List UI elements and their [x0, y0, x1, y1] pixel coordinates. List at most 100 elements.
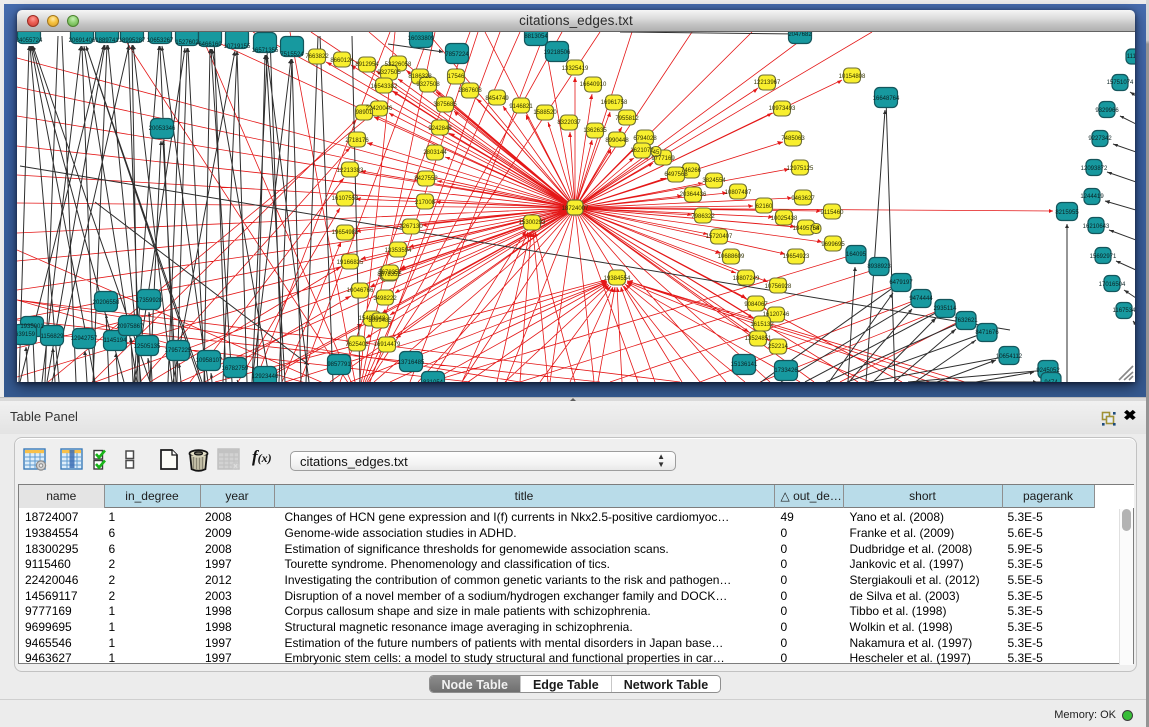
svg-text:10719155: 10719155 — [224, 44, 251, 50]
svg-text:1615132: 1615132 — [750, 322, 774, 328]
svg-text:9115460: 9115460 — [821, 210, 845, 216]
svg-text:1362635: 1362635 — [583, 128, 607, 134]
svg-text:13353594: 13353594 — [385, 248, 412, 254]
svg-text:6794028: 6794028 — [633, 136, 657, 142]
svg-text:3498222: 3498222 — [373, 296, 397, 302]
svg-text:5678352: 5678352 — [378, 270, 402, 276]
svg-text:19384554: 19384554 — [604, 276, 631, 282]
svg-text:12923446: 12923446 — [252, 374, 279, 380]
svg-text:18995287: 18995287 — [119, 38, 146, 44]
svg-text:3875685: 3875685 — [433, 102, 457, 108]
svg-text:7955812: 7955812 — [615, 116, 639, 122]
svg-text:7515524: 7515524 — [280, 52, 304, 58]
svg-text:8938923: 8938923 — [867, 264, 891, 270]
svg-text:16914479: 16914479 — [374, 342, 401, 348]
svg-text:9245052: 9245052 — [1036, 368, 1060, 374]
svg-text:16107553: 16107553 — [332, 196, 359, 202]
svg-text:7857224: 7857224 — [445, 52, 469, 58]
svg-text:12975125: 12975125 — [787, 166, 814, 172]
svg-text:9329966: 9329966 — [1095, 108, 1119, 114]
svg-text:8427552: 8427552 — [414, 176, 438, 182]
svg-text:9084067: 9084067 — [744, 302, 768, 308]
svg-text:17546: 17546 — [448, 74, 465, 80]
svg-text:19654923: 19654923 — [783, 254, 810, 260]
svg-text:17016504: 17016504 — [1099, 282, 1126, 288]
svg-text:16033809: 16033809 — [408, 36, 435, 42]
svg-text:6497568: 6497568 — [664, 172, 688, 178]
svg-text:2867608: 2867608 — [458, 88, 482, 94]
svg-text:45: 45 — [653, 150, 660, 156]
svg-text:10958107: 10958107 — [196, 358, 223, 364]
svg-text:20975867: 20975867 — [117, 324, 144, 330]
svg-text:1156829: 1156829 — [41, 334, 65, 340]
svg-text:2718176: 2718176 — [345, 138, 369, 144]
svg-text:8454749: 8454749 — [485, 96, 509, 102]
svg-text:19654985: 19654985 — [332, 230, 359, 236]
svg-text:9699695: 9699695 — [821, 242, 845, 248]
svg-text:7986322: 7986322 — [691, 214, 715, 220]
svg-text:15692971: 15692971 — [1090, 254, 1117, 260]
svg-text:24055724: 24055724 — [17, 38, 43, 44]
svg-text:13716485: 13716485 — [398, 360, 425, 366]
svg-text:9327505: 9327505 — [377, 70, 401, 76]
svg-text:9146821: 9146821 — [509, 104, 533, 110]
svg-text:10807487: 10807487 — [725, 190, 752, 196]
svg-text:8322037: 8322037 — [557, 120, 581, 126]
svg-text:10973493: 10973493 — [769, 106, 796, 112]
svg-text:17359928: 17359928 — [136, 298, 163, 304]
svg-text:164095: 164095 — [846, 252, 867, 258]
svg-text:12213967: 12213967 — [754, 80, 781, 86]
svg-text:98901: 98901 — [356, 110, 373, 116]
svg-text:16543382: 16543382 — [371, 84, 398, 90]
svg-text:17957225: 17957225 — [165, 348, 192, 354]
svg-text:7485063: 7485063 — [781, 136, 805, 142]
svg-text:9474444: 9474444 — [909, 296, 933, 302]
svg-text:12942757: 12942757 — [71, 336, 98, 342]
svg-text:1527602: 1527602 — [175, 40, 199, 46]
svg-text:2935114: 2935114 — [934, 306, 958, 312]
svg-text:8660124: 8660124 — [330, 58, 354, 64]
svg-text:62160: 62160 — [756, 204, 773, 210]
svg-text:252214: 252214 — [768, 344, 789, 350]
svg-text:12093872: 12093872 — [1081, 166, 1108, 172]
svg-text:20206558: 20206558 — [93, 300, 120, 306]
svg-text:10654112: 10654112 — [996, 354, 1023, 360]
svg-text:20364436: 20364436 — [680, 192, 707, 198]
svg-text:1588520: 1588520 — [533, 110, 557, 116]
svg-text:217008: 217008 — [415, 200, 436, 206]
svg-text:10025438: 10025438 — [771, 216, 798, 222]
svg-text:10756928: 10756928 — [765, 284, 792, 290]
svg-text:64: 64 — [813, 226, 820, 232]
svg-text:18807249: 18807249 — [733, 276, 760, 282]
svg-text:9474: 9474 — [1044, 380, 1058, 383]
svg-text:53226058: 53226058 — [385, 62, 412, 68]
svg-text:19218506: 19218506 — [544, 50, 571, 56]
svg-text:1244419: 1244419 — [1080, 194, 1104, 200]
svg-text:2047682: 2047682 — [788, 32, 812, 38]
svg-text:10154808: 10154808 — [839, 74, 866, 80]
svg-text:16640910: 16640910 — [580, 82, 607, 88]
svg-text:9242848: 9242848 — [428, 126, 452, 132]
svg-text:1117: 1117 — [1127, 54, 1135, 60]
svg-text:12213383: 12213383 — [337, 168, 364, 174]
svg-text:8990448: 8990448 — [605, 138, 629, 144]
svg-text:15300293: 15300293 — [519, 220, 546, 226]
svg-text:2803144: 2803144 — [423, 150, 447, 156]
svg-text:18724007: 18724007 — [562, 206, 589, 212]
svg-text:8471676: 8471676 — [975, 330, 999, 336]
svg-text:1167534: 1167534 — [1113, 308, 1135, 314]
svg-text:16648764: 16648764 — [873, 96, 900, 102]
svg-text:1889741: 1889741 — [95, 38, 119, 44]
svg-text:19166825: 19166825 — [337, 260, 364, 266]
svg-text:16961758: 16961758 — [601, 100, 628, 106]
svg-text:1733426: 1733426 — [774, 368, 798, 374]
svg-text:20691406: 20691406 — [69, 38, 96, 44]
svg-text:3824554: 3824554 — [702, 178, 726, 184]
svg-text:16782759: 16782759 — [222, 366, 249, 372]
svg-text:12505135: 12505135 — [134, 344, 161, 350]
svg-text:10688609: 10688609 — [718, 254, 745, 260]
svg-text:7625402: 7625402 — [345, 342, 369, 348]
svg-text:1621072: 1621072 — [630, 148, 654, 154]
svg-text:13524851: 13524851 — [745, 336, 772, 342]
svg-text:3267130: 3267130 — [399, 224, 423, 230]
